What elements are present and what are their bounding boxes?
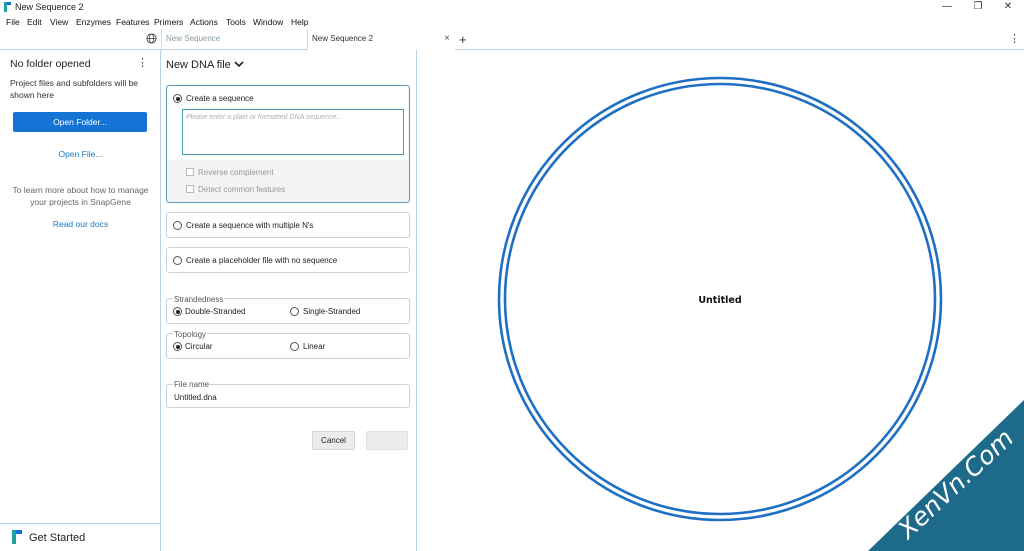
menu-view[interactable]: View [50, 17, 68, 27]
linear-label: Linear [303, 342, 326, 351]
snapgene-app-icon [4, 2, 11, 12]
circular-radio[interactable] [173, 342, 182, 351]
watermark: XenVn.Com [868, 400, 1024, 551]
menu-primers[interactable]: Primers [154, 17, 183, 27]
close-tab-icon[interactable]: × [444, 29, 450, 49]
tab-new-sequence[interactable]: New Sequence [161, 29, 308, 50]
file-name-value[interactable]: Untitled.dna [174, 393, 217, 402]
menu-window[interactable]: Window [253, 17, 283, 27]
add-tab-icon[interactable]: + [459, 32, 467, 47]
close-window-button[interactable]: ✕ [993, 0, 1023, 15]
multiple-ns-label: Create a sequence with multiple N's [186, 221, 314, 230]
project-sidebar: No folder opened ⋮ Project files and sub… [0, 50, 161, 551]
tab-label: New Sequence 2 [312, 34, 373, 43]
tab-label: New Sequence [166, 34, 221, 43]
tab-bar: New Sequence New Sequence 2 × + ⋮ [0, 29, 1024, 51]
restore-button[interactable]: ❐ [963, 0, 993, 15]
create-sequence-label: Create a sequence [186, 94, 254, 103]
create-sequence-radio[interactable] [173, 94, 182, 103]
menu-edit[interactable]: Edit [27, 17, 42, 27]
placeholder-file-option[interactable]: Create a placeholder file with no sequen… [166, 247, 410, 273]
title-bar: New Sequence 2 — ❐ ✕ [0, 0, 1024, 15]
file-name-label: File name [173, 380, 211, 389]
create-sequence-option[interactable]: Create a sequence Reverse complement Det… [166, 85, 410, 203]
window-title: New Sequence 2 [15, 2, 84, 12]
snapgene-logo-icon [12, 530, 22, 544]
circular-label: Circular [185, 342, 213, 351]
menu-help[interactable]: Help [291, 17, 308, 27]
multiple-ns-option[interactable]: Create a sequence with multiple N's [166, 212, 410, 238]
linear-radio[interactable] [290, 342, 299, 351]
cancel-button[interactable]: Cancel [312, 431, 355, 450]
tab-new-sequence-2[interactable]: New Sequence 2 × [308, 29, 455, 51]
menu-enzymes[interactable]: Enzymes [76, 17, 111, 27]
single-stranded-label: Single-Stranded [303, 307, 361, 316]
strandedness-label: Strandedness [173, 295, 225, 304]
single-stranded-radio[interactable] [290, 307, 299, 316]
create-button[interactable]: Create [366, 431, 408, 450]
detect-features-label: Detect common features [198, 185, 286, 194]
topology-label: Topology [173, 330, 208, 339]
tab-menu-icon[interactable]: ⋮ [1009, 32, 1020, 45]
minimize-button[interactable]: — [932, 0, 962, 15]
placeholder-file-radio[interactable] [173, 256, 182, 265]
globe-icon[interactable] [146, 33, 157, 44]
chevron-down-icon[interactable] [234, 60, 244, 68]
menu-file[interactable]: File [6, 17, 20, 27]
read-docs-link[interactable]: Read our docs [0, 219, 161, 229]
menu-bar: File Edit View Enzymes Features Primers … [0, 15, 1024, 29]
map-title: Untitled [698, 295, 741, 306]
reverse-complement-label: Reverse complement [198, 168, 274, 177]
learn-more-text: To learn more about how to manage your p… [12, 185, 149, 207]
double-stranded-radio[interactable] [173, 307, 182, 316]
multiple-ns-radio[interactable] [173, 221, 182, 230]
menu-tools[interactable]: Tools [226, 17, 246, 27]
detect-features-checkbox[interactable] [186, 185, 194, 193]
menu-features[interactable]: Features [116, 17, 150, 27]
double-stranded-label: Double-Stranded [185, 307, 246, 316]
new-dna-file-panel: New DNA file Create a sequence Reverse c… [161, 50, 417, 551]
open-file-link[interactable]: Open File... [0, 149, 161, 159]
get-started-button[interactable]: Get Started [0, 523, 160, 551]
new-dna-file-header[interactable]: New DNA file [166, 59, 231, 71]
get-started-label: Get Started [29, 532, 86, 544]
sidebar-menu-icon[interactable]: ⋮ [137, 56, 148, 69]
sidebar-description: Project files and subfolders will be sho… [10, 78, 139, 100]
sidebar-title: No folder opened [10, 58, 91, 70]
dna-sequence-input[interactable] [182, 109, 404, 155]
menu-actions[interactable]: Actions [190, 17, 218, 27]
placeholder-file-label: Create a placeholder file with no sequen… [186, 256, 338, 265]
reverse-complement-checkbox[interactable] [186, 168, 194, 176]
open-folder-button[interactable]: Open Folder... [13, 112, 147, 132]
